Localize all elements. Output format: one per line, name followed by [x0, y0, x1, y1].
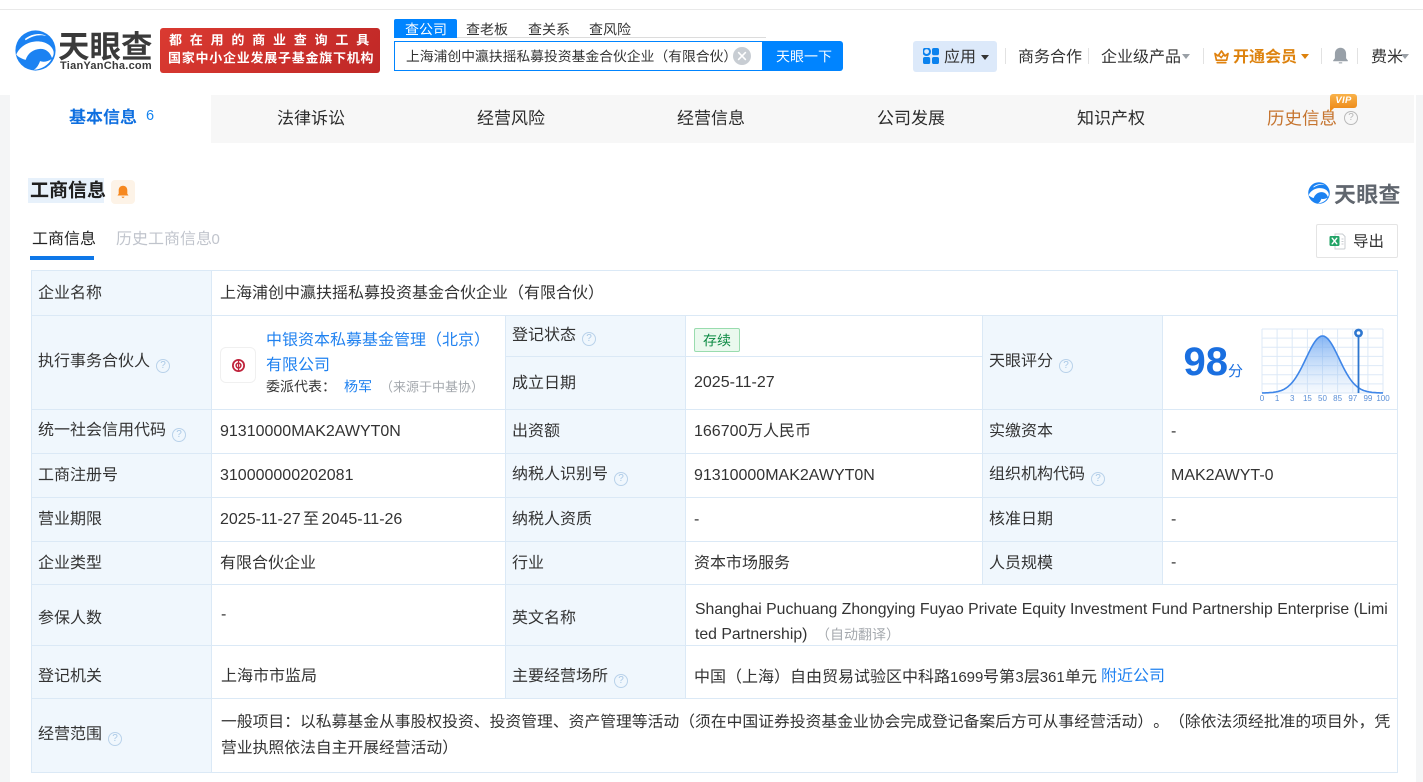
svg-text:1: 1 — [1275, 394, 1280, 403]
svg-text:15: 15 — [1303, 394, 1312, 403]
svg-text:0: 0 — [1260, 394, 1265, 403]
svg-text:99: 99 — [1363, 394, 1372, 403]
svg-text:100: 100 — [1376, 394, 1390, 403]
svg-text:3: 3 — [1290, 394, 1295, 403]
svg-text:85: 85 — [1333, 394, 1342, 403]
svg-text:50: 50 — [1318, 394, 1327, 403]
svg-text:97: 97 — [1348, 394, 1357, 403]
